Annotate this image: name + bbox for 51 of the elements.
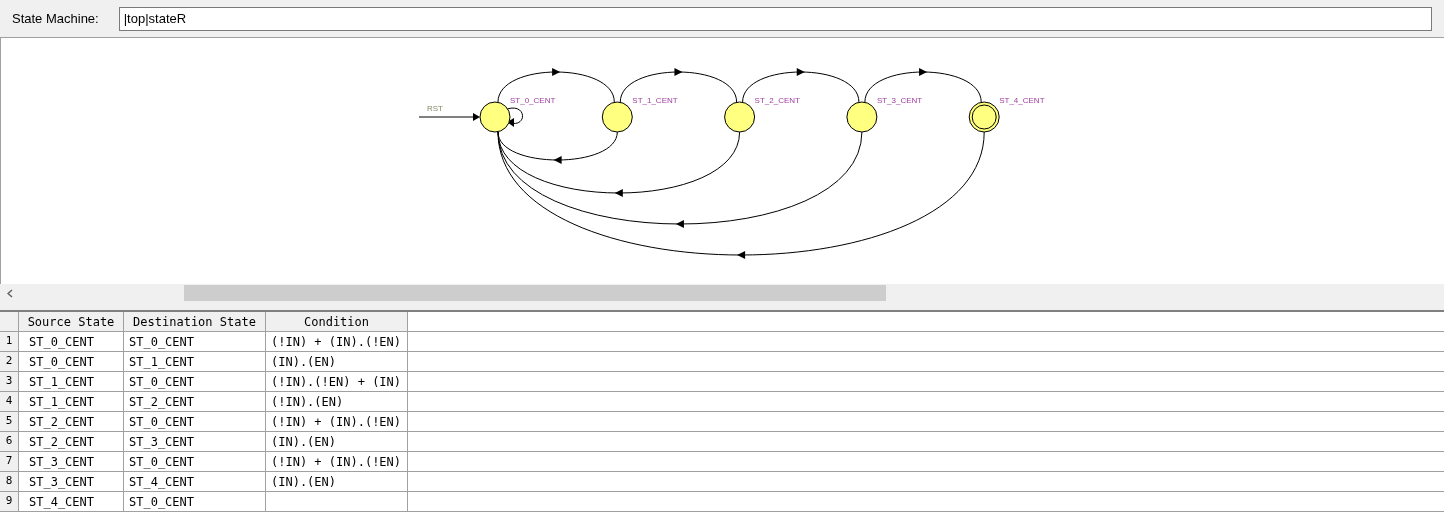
table-cell: (!IN) + (IN).(!EN) — [266, 332, 408, 351]
table-cell: ST_0_CENT — [124, 372, 266, 391]
row-number: 5 — [0, 412, 19, 431]
column-header[interactable]: Condition — [266, 312, 408, 331]
table-cell: (IN).(EN) — [266, 472, 408, 491]
row-number: 6 — [0, 432, 19, 451]
scrollbar-thumb[interactable] — [184, 285, 886, 301]
table-cell: (IN).(EN) — [266, 352, 408, 371]
table-cell: ST_2_CENT — [124, 392, 266, 411]
table-cell: ST_1_CENT — [19, 372, 124, 391]
table-cell: ST_0_CENT — [124, 332, 266, 351]
row-number: 3 — [0, 372, 19, 391]
table-cell: ST_4_CENT — [124, 472, 266, 491]
table-cell: (IN).(EN) — [266, 432, 408, 451]
row-number: 2 — [0, 352, 19, 371]
table-cell: ST_0_CENT — [19, 352, 124, 371]
transition-arrow — [506, 107, 523, 127]
table-cell: ST_0_CENT — [124, 452, 266, 471]
table-cell: ST_2_CENT — [19, 432, 124, 451]
table-cell: (!IN).(!EN) + (IN) — [266, 372, 408, 391]
state-label: ST_3_CENT — [876, 96, 923, 105]
state-machine-field[interactable]: |top|stateR — [118, 6, 1432, 31]
corner-cell[interactable] — [0, 312, 19, 331]
table-cell: ST_3_CENT — [19, 472, 124, 491]
table-cell: ST_4_CENT — [19, 492, 124, 511]
row-number: 7 — [0, 452, 19, 471]
table-cell: (!IN) + (IN).(!EN) — [266, 412, 408, 431]
table-cell: ST_1_CENT — [124, 352, 266, 371]
row-number: 4 — [0, 392, 19, 411]
column-header[interactable]: Destination State — [124, 312, 266, 331]
table-cell: ST_0_CENT — [124, 492, 266, 511]
table-cell: ST_0_CENT — [124, 412, 266, 431]
state-label: ST_2_CENT — [754, 96, 800, 105]
table-cell: ST_1_CENT — [19, 392, 124, 411]
reset-arrow — [418, 113, 480, 121]
row-number: 9 — [0, 492, 19, 511]
table-cell: ST_3_CENT — [124, 432, 266, 451]
row-number: 8 — [0, 472, 19, 491]
table-cell: (!IN) + (IN).(!EN) — [266, 452, 408, 471]
column-header[interactable]: Source State — [19, 312, 124, 331]
reset-label: RST — [427, 104, 443, 113]
table-cell: ST_2_CENT — [19, 412, 124, 431]
state-label: ST_1_CENT — [632, 96, 678, 105]
row-number: 1 — [0, 332, 19, 351]
table-cell: ST_0_CENT — [19, 332, 124, 351]
table-cell: (!IN).(EN) — [266, 392, 408, 411]
state-label: ST_0_CENT — [510, 96, 556, 105]
scroll-left-icon — [7, 288, 13, 298]
state-machine-label: State Machine: — [12, 9, 99, 28]
table-cell: ST_3_CENT — [19, 452, 124, 471]
state-label: ST_4_CENT — [999, 96, 1045, 105]
